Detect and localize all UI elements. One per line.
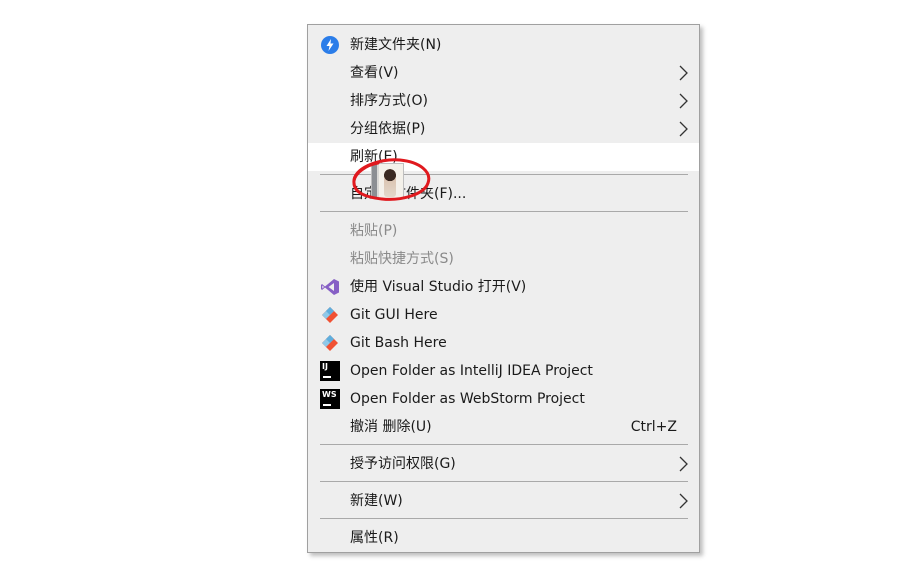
menu-item-label: 排序方式(O) (350, 93, 428, 109)
shortcut-text: Ctrl+Z (630, 419, 677, 435)
git-bash-icon (320, 333, 340, 353)
menu-item-view[interactable]: 查看(V) (308, 59, 699, 87)
menu-item-group-by[interactable]: 分组依据(P) (308, 115, 699, 143)
menu-item-git-gui[interactable]: Git GUI Here (308, 301, 699, 329)
menu-item-label: 新建文件夹(N) (350, 37, 442, 53)
chevron-right-icon (677, 65, 689, 81)
menu-item-open-visual-studio[interactable]: 使用 Visual Studio 打开(V) (308, 273, 699, 301)
menu-item-undo-delete[interactable]: 撤消 删除(U) Ctrl+Z (308, 413, 699, 441)
chevron-right-icon (677, 121, 689, 137)
menu-separator (320, 481, 688, 482)
menu-item-give-access[interactable]: 授予访问权限(G) (308, 450, 699, 478)
red-circle-annotation (352, 158, 431, 201)
chevron-right-icon (677, 493, 689, 509)
intellij-icon: IJ (320, 361, 340, 381)
menu-separator (320, 518, 688, 519)
visual-studio-icon (320, 277, 340, 297)
menu-item-label: Open Folder as WebStorm Project (350, 391, 585, 407)
menu-item-sort-by[interactable]: 排序方式(O) (308, 87, 699, 115)
menu-item-open-webstorm[interactable]: WS Open Folder as WebStorm Project (308, 385, 699, 413)
menu-item-label: 粘贴(P) (350, 223, 398, 239)
menu-item-label: Git GUI Here (350, 307, 438, 323)
menu-item-paste: 粘贴(P) (308, 217, 699, 245)
menu-item-label: Open Folder as IntelliJ IDEA Project (350, 363, 593, 379)
menu-item-label: 新建(W) (350, 493, 403, 509)
context-menu: 新建文件夹(N) 查看(V) 排序方式(O) 分组依据(P) 刷新(E) 自定义… (307, 24, 700, 553)
chevron-right-icon (677, 93, 689, 109)
menu-item-label: 授予访问权限(G) (350, 456, 456, 472)
menu-item-new-folder[interactable]: 新建文件夹(N) (308, 31, 699, 59)
menu-item-label: 属性(R) (350, 530, 399, 546)
menu-separator (320, 211, 688, 212)
new-folder-blue-icon (320, 35, 340, 55)
git-gui-icon (320, 305, 340, 325)
menu-item-label: 撤消 删除(U) (350, 419, 432, 435)
chevron-right-icon (677, 456, 689, 472)
menu-item-label: 粘贴快捷方式(S) (350, 251, 454, 267)
menu-item-label: 分组依据(P) (350, 121, 426, 137)
menu-separator (320, 444, 688, 445)
menu-item-properties[interactable]: 属性(R) (308, 524, 699, 552)
menu-item-git-bash[interactable]: Git Bash Here (308, 329, 699, 357)
menu-item-paste-shortcut: 粘贴快捷方式(S) (308, 245, 699, 273)
menu-item-open-intellij[interactable]: IJ Open Folder as IntelliJ IDEA Project (308, 357, 699, 385)
webstorm-icon: WS (320, 389, 340, 409)
menu-item-label: 查看(V) (350, 65, 399, 81)
menu-item-new[interactable]: 新建(W) (308, 487, 699, 515)
menu-item-label: Git Bash Here (350, 335, 447, 351)
menu-item-label: 使用 Visual Studio 打开(V) (350, 279, 527, 295)
